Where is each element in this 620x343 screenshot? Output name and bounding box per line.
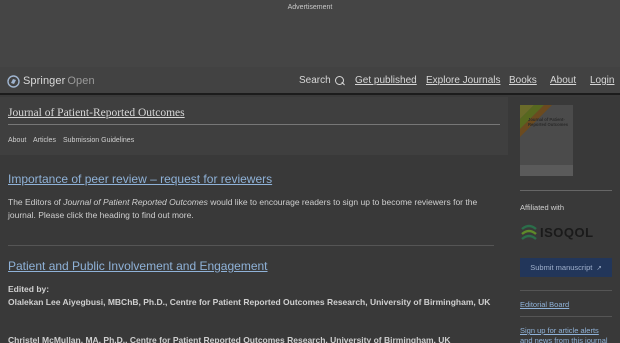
logo-text: Springer Open [23, 75, 95, 87]
journal-divider [8, 124, 500, 125]
external-link-icon: ↗ [596, 264, 602, 272]
nav-login[interactable]: Login [590, 75, 614, 86]
isoqol-mark-icon [521, 224, 537, 240]
cover-title: Journal of Patient-Reported Outcomes [528, 117, 569, 127]
nav-about[interactable]: About [550, 75, 576, 86]
site-header: Springer Open Search Get published Explor… [0, 67, 620, 95]
search-label: Search [299, 75, 331, 86]
isoqol-wordmark: ISOQOL [540, 224, 594, 240]
advertisement-banner: Advertisement [0, 0, 620, 67]
journal-cover-image[interactable]: Journal of Patient-Reported Outcomes [520, 105, 573, 176]
submit-manuscript-label: Submit manuscript [530, 263, 593, 272]
search-icon [334, 75, 345, 86]
article-heading-ppie[interactable]: Patient and Public Involvement and Engag… [8, 259, 268, 273]
nav-explore-journals[interactable]: Explore Journals [426, 75, 500, 86]
content-divider [8, 245, 494, 246]
editor-aiyegbusi: Olalekan Lee Aiyegbusi, MBChB, Ph.D., Ce… [8, 297, 491, 307]
nav-books[interactable]: Books [509, 75, 537, 86]
sidebar-divider-2 [520, 290, 612, 291]
nav-get-published[interactable]: Get published [355, 75, 417, 86]
article-peer-review-text: The Editors of Journal of Patient Report… [8, 197, 478, 220]
journal-header [0, 97, 508, 155]
springer-open-logo[interactable]: Springer Open [7, 73, 95, 89]
article-heading-peer-review[interactable]: Importance of peer review – request for … [8, 172, 272, 186]
affiliated-with-label: Affiliated with [520, 203, 565, 212]
sidebar-divider-3 [520, 316, 612, 317]
subnav-articles[interactable]: Articles [33, 137, 56, 144]
editorial-board-link[interactable]: Editorial Board [520, 300, 569, 309]
editor-mcmullan: Christel McMullan, MA, Ph.D., Centre for… [8, 335, 451, 343]
advertisement-label: Advertisement [287, 4, 333, 11]
edited-by-label: Edited by: [8, 284, 50, 294]
cover-stripes-graphic [520, 105, 573, 176]
sidebar-divider [520, 190, 612, 191]
signup-alerts-link[interactable]: Sign up for article alerts and news from… [520, 326, 612, 343]
springer-horse-icon [7, 74, 20, 88]
search-button[interactable]: Search [299, 75, 345, 86]
subnav-about[interactable]: About [8, 137, 26, 144]
journal-title-link[interactable]: Journal of Patient-Reported Outcomes [8, 107, 185, 119]
submit-manuscript-button[interactable]: Submit manuscript ↗ [520, 258, 612, 277]
isoqol-logo[interactable]: ISOQOL [520, 222, 612, 242]
subnav-submission-guidelines[interactable]: Submission Guidelines [63, 137, 134, 144]
